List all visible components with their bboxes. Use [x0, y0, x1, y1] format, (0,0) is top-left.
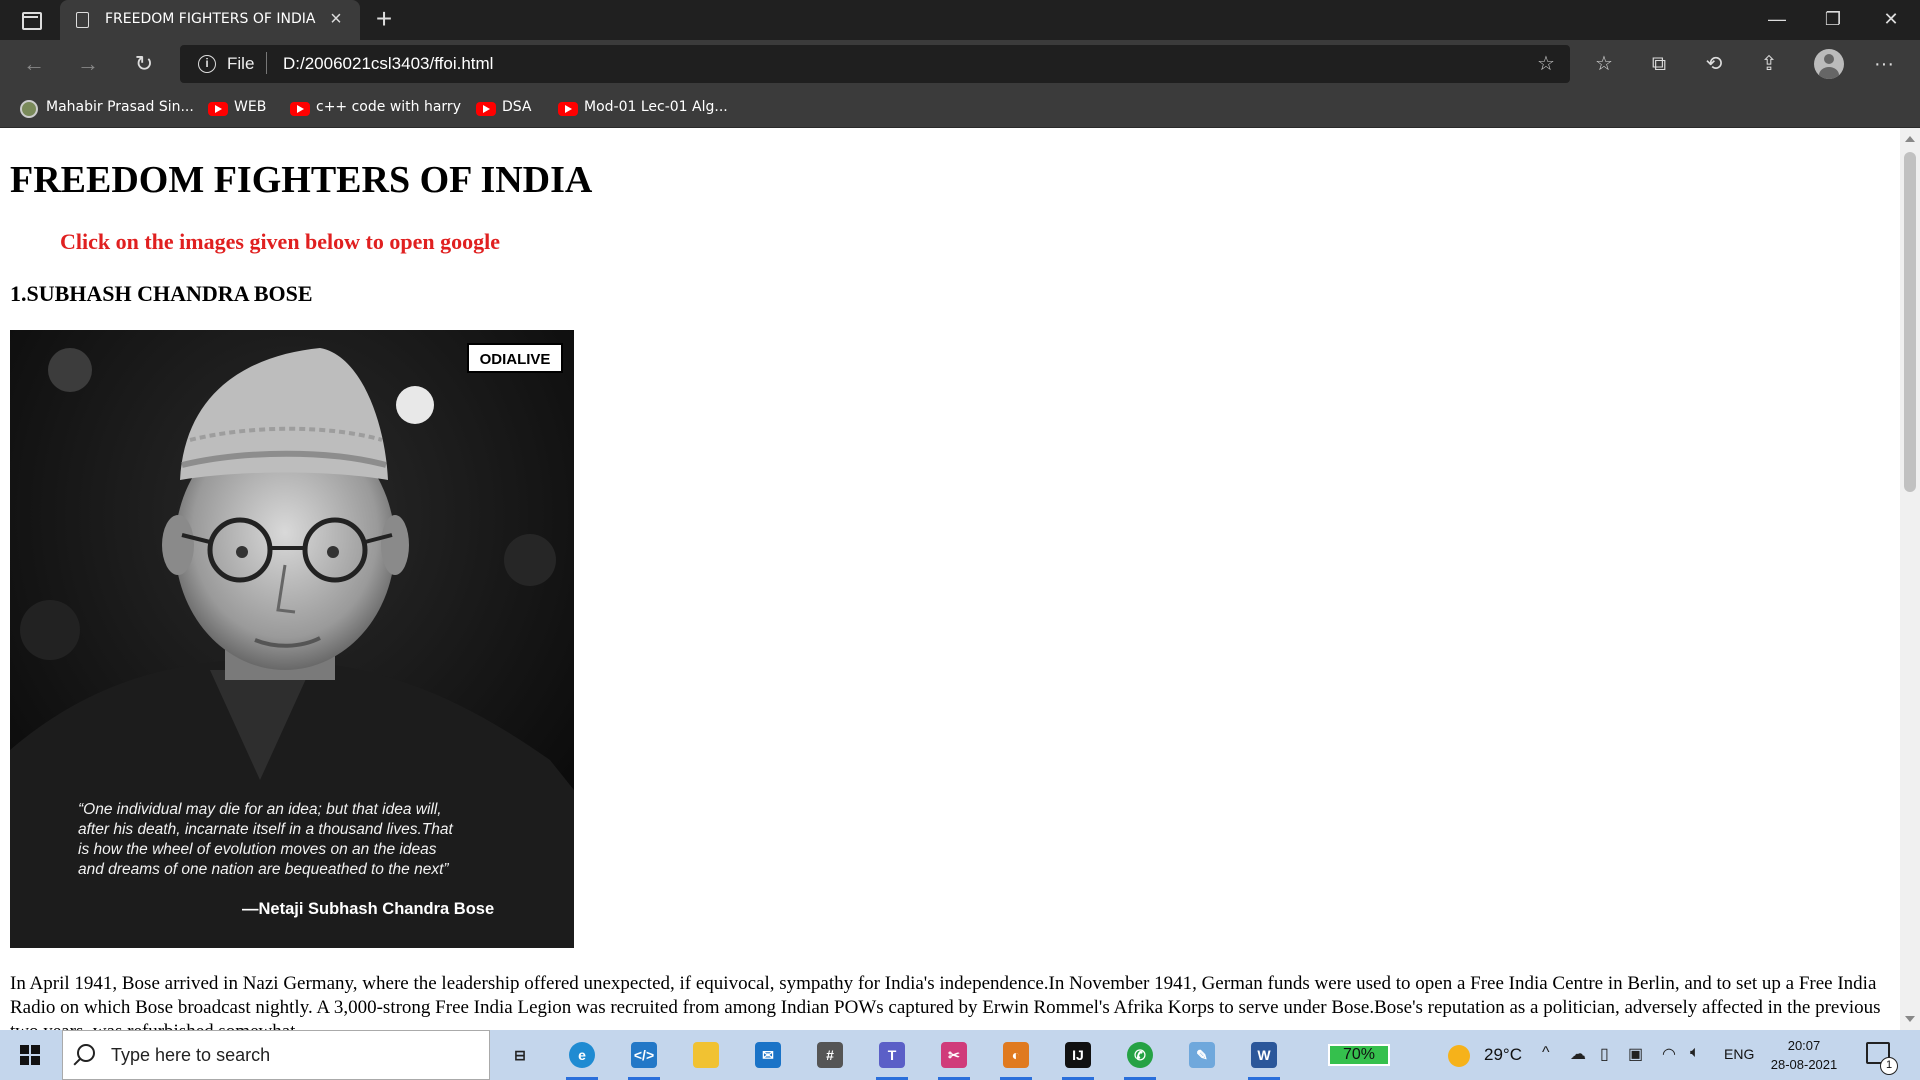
word-app-icon[interactable]: W — [1242, 1035, 1286, 1080]
search-icon — [77, 1044, 95, 1062]
bookmark-item[interactable]: Mahabir Prasad Sin... — [18, 97, 194, 119]
whatsapp-app-icon[interactable]: ✆ — [1118, 1035, 1162, 1080]
quote-line-2: after his death, incarnate itself in a t… — [78, 821, 453, 838]
bookmarks-bar: Mahabir Prasad Sin... WEB c++ code with … — [0, 88, 1920, 128]
paint-app-icon[interactable]: ◐ — [994, 1035, 1038, 1080]
back-button[interactable]: ← — [16, 46, 52, 82]
quote-attribution: —Netaji Subhash Chandra Bose — [242, 900, 494, 918]
vertical-scrollbar[interactable] — [1900, 128, 1920, 1030]
collections-icon[interactable]: ⧉ — [1641, 46, 1677, 82]
document-icon — [76, 12, 89, 28]
refresh-button[interactable]: ↻ — [126, 46, 162, 82]
clock-date: 28-08-2021 — [1770, 1057, 1838, 1072]
windows-taskbar: Type here to search ⊟ e </> ✉ # T ✂ ◐ IJ… — [0, 1030, 1920, 1080]
bookmark-label: Mod-01 Lec-01 Alg... — [584, 99, 728, 115]
system-clock[interactable]: 20:07 28-08-2021 — [1768, 1036, 1840, 1074]
calculator-app-icon[interactable]: # — [808, 1035, 852, 1075]
new-tab-button[interactable]: + — [368, 4, 400, 36]
weather-temperature[interactable]: 29°C — [1484, 1045, 1522, 1065]
bookmark-item[interactable]: DSA — [474, 97, 538, 119]
language-indicator[interactable]: ENG — [1724, 1046, 1754, 1062]
history-icon[interactable]: ⟲ — [1696, 46, 1732, 82]
file-explorer-icon[interactable] — [684, 1035, 728, 1075]
youtube-icon — [208, 102, 228, 116]
edge-app-icon[interactable]: e — [560, 1035, 604, 1080]
profile-avatar[interactable] — [1814, 49, 1844, 79]
teams-app-icon[interactable]: T — [870, 1035, 914, 1080]
section-title: 1.SUBHASH CHANDRA BOSE — [10, 281, 313, 306]
address-scheme: File — [227, 54, 255, 73]
snipping-tool-icon[interactable]: ✂ — [932, 1035, 976, 1080]
more-menu-icon[interactable]: ··· — [1866, 46, 1902, 82]
bookmark-label: DSA — [502, 99, 532, 115]
tab-title: FREEDOM FIGHTERS OF INDIA — [105, 11, 316, 27]
add-favorite-icon[interactable]: ☆ — [1534, 52, 1558, 76]
notification-count-badge: 1 — [1880, 1057, 1898, 1075]
bookmark-label: Mahabir Prasad Sin... — [46, 99, 194, 115]
title-bar: FREEDOM FIGHTERS OF INDIA × + — ❐ ✕ — [0, 0, 1920, 40]
info-icon[interactable]: i — [198, 55, 216, 73]
bookmark-label: c++ code with harry — [316, 99, 461, 115]
scroll-down-arrow-icon[interactable] — [1905, 1016, 1915, 1022]
youtube-icon — [290, 102, 310, 116]
bookmark-item[interactable]: c++ code with harry — [288, 97, 461, 119]
quote-line-4: and dreams of one nation are bequeathed … — [78, 861, 449, 878]
favorites-icon[interactable]: ☆ — [1586, 46, 1622, 82]
device-icon[interactable]: ▯ — [1600, 1044, 1609, 1064]
mail-app-icon[interactable]: ✉ — [746, 1035, 790, 1075]
instruction-text: Click on the images given below to open … — [60, 229, 500, 254]
vscode-app-icon[interactable]: </> — [622, 1035, 666, 1080]
volume-icon[interactable]: 🔈︎ — [1690, 1044, 1700, 1062]
intellij-app-icon[interactable]: IJ — [1056, 1035, 1100, 1080]
forward-button[interactable]: → — [70, 46, 106, 82]
address-bar[interactable]: i File D:/2006021csl3403/ffoi.html ☆ — [180, 45, 1570, 83]
battery-indicator[interactable]: 70% — [1328, 1044, 1390, 1066]
scroll-up-arrow-icon[interactable] — [1905, 136, 1915, 142]
youtube-icon — [558, 102, 578, 116]
quote-line-1: “One individual may die for an idea; but… — [78, 801, 442, 818]
meet-now-icon[interactable]: ▣ — [1628, 1044, 1643, 1064]
youtube-icon — [476, 102, 496, 116]
show-hidden-icons-chevron-icon[interactable]: ^ — [1542, 1044, 1550, 1062]
close-window-button[interactable]: ✕ — [1864, 0, 1918, 40]
task-view-icon[interactable]: ⊟ — [498, 1035, 542, 1075]
restore-button[interactable]: ❐ — [1806, 0, 1860, 40]
weather-sun-icon[interactable] — [1448, 1045, 1470, 1067]
address-divider — [266, 52, 267, 74]
notes-app-icon[interactable]: ✎ — [1180, 1035, 1224, 1075]
odialive-logo: ODIALIVE — [480, 351, 551, 368]
navigation-bar: ← → ↻ i File D:/2006021csl3403/ffoi.html… — [0, 40, 1920, 88]
close-tab-icon[interactable]: × — [324, 7, 348, 31]
bookmark-item[interactable]: Mod-01 Lec-01 Alg... — [556, 97, 736, 119]
browser-tab[interactable]: FREEDOM FIGHTERS OF INDIA × — [60, 0, 360, 40]
search-placeholder: Type here to search — [111, 1045, 271, 1065]
portrait-image: ODIALIVE “One individual may die for an … — [10, 330, 574, 948]
address-url[interactable]: D:/2006021csl3403/ffoi.html — [283, 54, 493, 74]
onedrive-cloud-icon[interactable]: ☁ — [1570, 1044, 1586, 1064]
generic-site-icon — [20, 100, 38, 118]
minimize-button[interactable]: — — [1750, 0, 1804, 40]
share-icon[interactable]: ⇪ — [1751, 46, 1787, 82]
bookmark-item[interactable]: WEB — [206, 97, 272, 119]
start-button[interactable] — [10, 1039, 50, 1071]
bose-image-link[interactable]: ODIALIVE “One individual may die for an … — [10, 330, 574, 948]
page-title: FREEDOM FIGHTERS OF INDIA — [10, 159, 593, 201]
bookmark-label: WEB — [234, 99, 267, 115]
taskbar-search-box[interactable]: Type here to search — [62, 1030, 490, 1080]
tab-actions-menu-icon[interactable] — [14, 9, 46, 31]
clock-time: 20:07 — [1787, 1038, 1821, 1053]
page-viewport: FREEDOM FIGHTERS OF INDIA Click on the i… — [0, 128, 1900, 1030]
wifi-icon[interactable]: ◠ — [1662, 1044, 1676, 1064]
bose-paragraph: In April 1941, Bose arrived in Nazi Germ… — [10, 973, 1881, 1030]
scroll-thumb[interactable] — [1904, 152, 1916, 492]
quote-line-3: is how the wheel of evolution moves on a… — [78, 841, 437, 858]
